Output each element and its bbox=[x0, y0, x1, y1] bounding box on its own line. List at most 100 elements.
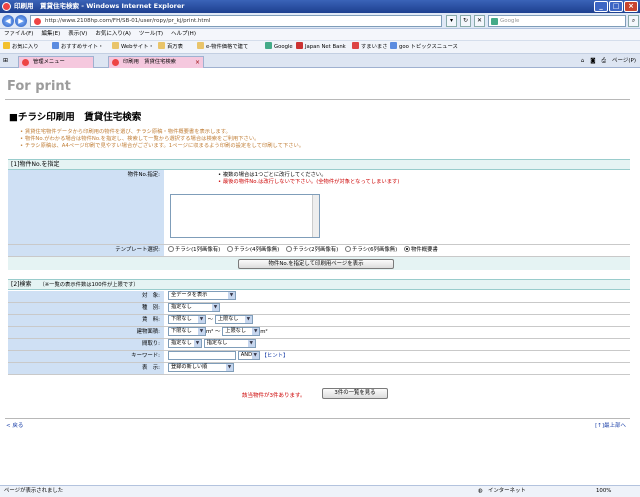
search-input[interactable]: Google bbox=[488, 15, 626, 27]
top-link[interactable]: [↑]最上部へ bbox=[595, 421, 626, 429]
textarea-scrollbar[interactable] bbox=[312, 195, 319, 237]
radio-checked-icon bbox=[403, 246, 410, 252]
home-icon[interactable]: ⌂ bbox=[581, 55, 585, 67]
dropdown-icon[interactable]: ▾ bbox=[446, 15, 457, 27]
hint-link[interactable]: 【ヒント】 bbox=[261, 353, 288, 359]
template-option-2[interactable]: チラシ(4列画像無) bbox=[226, 246, 279, 253]
menu-help[interactable]: ヘルプ(H) bbox=[171, 29, 196, 40]
feeds-icon[interactable]: ◙ bbox=[590, 55, 595, 67]
favorites-bar: お気に入り おすすめサイト・ Webサイト・ 百万表 e-物件価格で建て Goo… bbox=[0, 40, 640, 54]
fav-item-jnb[interactable]: Japan Net Bank bbox=[296, 41, 346, 54]
url-input[interactable]: http://www.2108hp.com/FH/SB-01/user/ropy… bbox=[30, 15, 442, 27]
status-bar: ページが表示されました ◍ インターネット 100% bbox=[0, 485, 640, 497]
divider bbox=[5, 99, 630, 100]
area-row: 建物面積: 下限なしm² 〜 上限なしm² bbox=[8, 327, 630, 339]
fav-item-recommended[interactable]: おすすめサイト・ bbox=[52, 41, 103, 54]
divider bbox=[5, 418, 630, 419]
star-icon bbox=[3, 42, 10, 49]
radio-icon bbox=[285, 246, 292, 252]
zoom-level[interactable]: 100% bbox=[596, 486, 611, 497]
google-icon bbox=[265, 42, 272, 49]
back-link[interactable]: < 戻る bbox=[6, 421, 23, 429]
template-row: テンプレート選択: チラシ(1列画像有) チラシ(4列画像無) チラシ(2列画像… bbox=[8, 245, 630, 257]
keyword-input[interactable] bbox=[168, 351, 236, 360]
tab-print-search[interactable]: 印刷用 賃貸住宅検索 × bbox=[108, 56, 204, 68]
page-favicon-icon bbox=[22, 59, 29, 66]
target-row: 対 象: 全データを表示 bbox=[8, 291, 630, 303]
template-option-3[interactable]: チラシ(2列画像有) bbox=[285, 246, 338, 253]
view-list-button[interactable]: 3件の一覧を見る bbox=[322, 388, 388, 399]
menu-bar: ファイル(F) 編集(E) 表示(V) お気に入り(A) ツール(T) ヘルプ(… bbox=[0, 29, 640, 40]
ie-icon bbox=[2, 2, 11, 11]
note-item: チラシ原稿は、A4ページ印刷で見やすい場合がございます。1ページに収まるよう印刷… bbox=[20, 143, 540, 150]
layout-select-b[interactable]: 指定なし bbox=[203, 339, 256, 348]
status-text: ページが表示されました bbox=[4, 488, 64, 494]
fav-item-goo[interactable]: goo トピックスニュース bbox=[390, 41, 458, 54]
title-bar: 印刷用 賃貸住宅検索 - Windows Internet Explorer _… bbox=[0, 0, 640, 13]
menu-favorites[interactable]: お気に入り(A) bbox=[95, 29, 131, 40]
minimize-button[interactable]: _ bbox=[594, 1, 608, 12]
type-row: 種 別: 指定なし bbox=[8, 303, 630, 315]
note-item: 物件No.がわかる場合は物件No.を指定し、検索して一覧から選択する場合は検索を… bbox=[20, 136, 540, 143]
google-icon bbox=[491, 18, 498, 25]
section1-header: [1]物件No.を指定 bbox=[8, 159, 630, 170]
page-content: For print ■チラシ印刷用 賃貸住宅検索 賃貸住宅物件データから印刷用の… bbox=[0, 69, 640, 485]
sort-row: 表 示: 登録の新しい順 bbox=[8, 363, 630, 375]
property-no-row: 物件No.指定: • 複数の場合は1つごとに改行してください。 • 最後の物件N… bbox=[8, 170, 630, 245]
back-arrow-icon[interactable]: ◀ bbox=[2, 15, 14, 27]
maximize-button[interactable]: □ bbox=[609, 1, 623, 12]
property-no-label: 物件No.指定: bbox=[8, 170, 164, 244]
keyword-mode-select[interactable]: AND bbox=[237, 351, 260, 360]
forward-arrow-icon[interactable]: ▶ bbox=[15, 15, 27, 27]
menu-view[interactable]: 表示(V) bbox=[68, 29, 87, 40]
layout-select-a[interactable]: 指定なし bbox=[168, 339, 202, 348]
sort-select[interactable]: 登録の新しい順 bbox=[168, 363, 234, 372]
fav-item-web[interactable]: Webサイト・ bbox=[112, 41, 154, 54]
stop-icon[interactable]: ✕ bbox=[474, 15, 485, 27]
page-menu[interactable]: ページ(P) bbox=[612, 55, 636, 67]
radio-icon bbox=[226, 246, 233, 252]
show-print-page-button[interactable]: 物件No.を指定して印刷用ページを表示 bbox=[238, 259, 394, 269]
menu-file[interactable]: ファイル(F) bbox=[4, 29, 33, 40]
template-option-4[interactable]: チラシ(6列画像無) bbox=[344, 246, 397, 253]
fav-item-e-bukken[interactable]: e-物件価格で建て bbox=[197, 41, 248, 54]
note-item: 賃貸住宅物件データから印刷用の物件を選び、チラシ原稿・物件概要書を表示します。 bbox=[20, 129, 540, 136]
result-count-text: 該当物件が3件あります。 bbox=[242, 393, 306, 399]
area-min-select[interactable]: 下限なし bbox=[168, 327, 206, 336]
close-tab-icon[interactable]: × bbox=[195, 57, 200, 68]
template-option-1[interactable]: チラシ(1列画像有) bbox=[168, 246, 220, 253]
rent-max-select[interactable]: 上限なし bbox=[214, 315, 253, 324]
fav-item-hyakuman[interactable]: 百万表 bbox=[158, 41, 183, 54]
search-magnifier-icon[interactable]: ⌕ bbox=[628, 15, 639, 27]
instruction-1: • 複数の場合は1つごとに改行してください。 bbox=[218, 172, 327, 178]
keyword-row: キーワード: AND 【ヒント】 bbox=[8, 351, 630, 363]
refresh-icon[interactable]: ↻ bbox=[460, 15, 471, 27]
zone-text: インターネット bbox=[488, 488, 526, 494]
goo-icon bbox=[390, 42, 397, 49]
menu-tools[interactable]: ツール(T) bbox=[139, 29, 163, 40]
tab-bar: ⊞ 管理メニュー 印刷用 賃貸住宅検索 × ⌂ ◙ ⎙ ページ(P) bbox=[0, 54, 640, 68]
tab-admin-menu[interactable]: 管理メニュー bbox=[18, 56, 94, 68]
page-favicon-icon bbox=[112, 59, 119, 66]
rent-min-select[interactable]: 下限なし bbox=[168, 315, 206, 324]
template-option-5[interactable]: 物件概要書 bbox=[403, 246, 438, 253]
menu-edit[interactable]: 編集(E) bbox=[41, 29, 60, 40]
submit-row: 物件No.を指定して印刷用ページを表示 bbox=[8, 257, 630, 270]
quick-tabs-icon[interactable]: ⊞ bbox=[3, 57, 8, 64]
area-max-select[interactable]: 上限なし bbox=[222, 327, 261, 336]
page-heading: For print bbox=[7, 79, 71, 94]
print-icon[interactable]: ⎙ bbox=[602, 55, 606, 67]
fav-item-google[interactable]: Google bbox=[265, 41, 293, 54]
target-select[interactable]: 全データを表示 bbox=[168, 291, 236, 300]
globe-icon: ◍ bbox=[478, 488, 483, 494]
close-button[interactable]: × bbox=[624, 1, 638, 12]
fav-item-sumai[interactable]: すまいまさ bbox=[352, 41, 388, 54]
page-title: ■チラシ印刷用 賃貸住宅検索 bbox=[9, 112, 142, 123]
folder-icon bbox=[158, 42, 165, 49]
favorites-button[interactable]: お気に入り bbox=[3, 41, 39, 54]
property-no-textarea[interactable] bbox=[170, 194, 320, 238]
folder-icon bbox=[197, 42, 204, 49]
radio-icon bbox=[168, 246, 174, 252]
type-select[interactable]: 指定なし bbox=[168, 303, 220, 312]
address-bar: ◀ ▶ http://www.2108hp.com/FH/SB-01/user/… bbox=[0, 13, 640, 29]
